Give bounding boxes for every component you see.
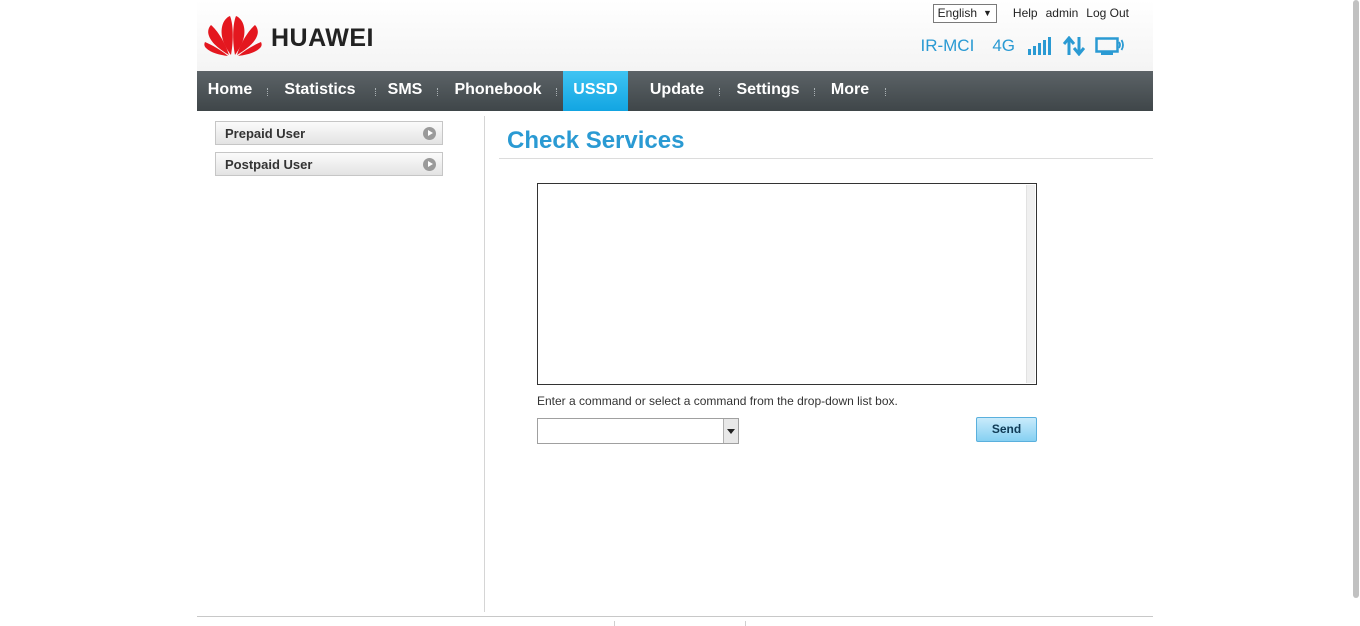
nav-home[interactable]: Home [197,71,263,111]
command-hint: Enter a command or select a command from… [537,394,898,408]
nav-settings[interactable]: Settings [731,71,805,111]
page: HUAWEI English ▼ Help admin Log Out IR-M… [197,0,1153,626]
main-nav: Home Statistics SMS Phonebook USSD Updat… [197,71,1153,111]
logout-link[interactable]: Log Out [1086,6,1129,20]
sidebar-item-label: Postpaid User [225,157,313,172]
top-links: English ▼ Help admin Log Out [932,3,1129,23]
sidebar-item-label: Prepaid User [225,126,306,141]
response-scrollbar[interactable] [1026,185,1035,383]
signal-strength-icon [1027,37,1053,55]
huawei-petals-icon [204,16,262,56]
nav-sms[interactable]: SMS [381,71,429,111]
sidebar-item-prepaid-user[interactable]: Prepaid User [215,121,443,145]
status-bar: IR-MCI 4G [920,34,1125,58]
title-underline [499,158,1153,159]
scrollbar-thumb[interactable] [1353,0,1359,598]
ussd-command-combobox[interactable] [537,418,739,444]
nav-update[interactable]: Update [643,71,711,111]
nav-statistics[interactable]: Statistics [277,71,363,111]
footer-separator [614,621,615,626]
nav-phonebook[interactable]: Phonebook [447,71,549,111]
chevron-down-icon[interactable] [723,419,738,443]
footer-separator [745,621,746,626]
chevron-down-icon: ▼ [983,8,992,18]
nav-more[interactable]: More [824,71,876,111]
brand-name: HUAWEI [271,24,374,52]
data-transfer-icon [1063,36,1085,56]
huawei-logo: HUAWEI [203,13,383,57]
header: HUAWEI English ▼ Help admin Log Out IR-M… [197,0,1153,71]
page-title: Check Services [507,127,685,154]
nav-separator [437,88,439,96]
send-button[interactable]: Send [976,417,1037,442]
nav-separator [719,88,721,96]
chevron-right-icon [423,127,436,140]
footer-divider [197,616,1153,617]
page-scrollbar[interactable] [1350,0,1360,626]
sidebar-item-postpaid-user[interactable]: Postpaid User [215,152,443,176]
language-select[interactable]: English ▼ [932,3,997,23]
help-link[interactable]: Help [1013,6,1038,20]
nav-separator [375,88,377,96]
nav-separator [885,88,887,96]
username: admin [1045,6,1079,20]
nav-separator [814,88,816,96]
nav-ussd[interactable]: USSD [563,71,628,111]
language-value: English [937,6,977,20]
ussd-response-box[interactable] [537,183,1037,385]
chevron-right-icon [423,158,436,171]
column-divider [484,116,485,612]
network-type: 4G [992,36,1015,55]
pc-connection-icon [1095,36,1125,56]
nav-separator [556,88,558,96]
network-operator: IR-MCI [920,36,975,55]
nav-separator [267,88,269,96]
